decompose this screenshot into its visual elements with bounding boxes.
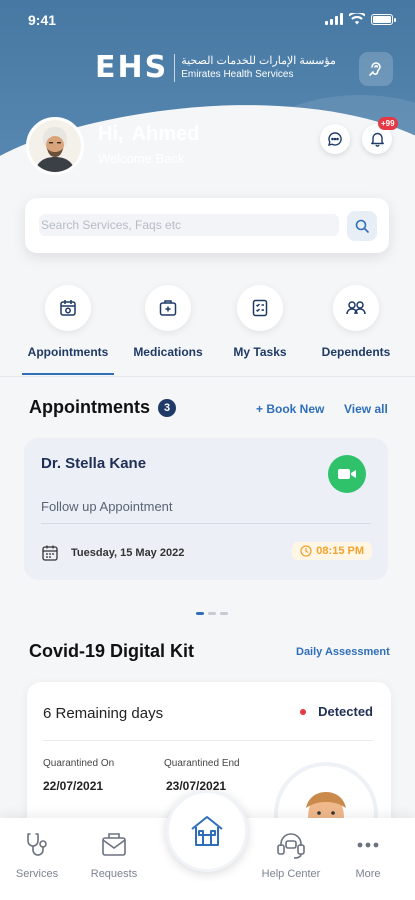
logo-mark: EHS <box>95 50 169 85</box>
appointment-time-badge: 08:15 PM <box>292 542 372 560</box>
tab-icon-circle <box>145 285 191 331</box>
quarantined-end-label: Quarantined End <box>164 758 240 769</box>
status-dot-icon <box>300 708 307 715</box>
nav-label: Services <box>15 868 59 880</box>
nav-label: Requests <box>90 868 138 880</box>
quarantined-on-label: Quarantined On <box>43 758 115 769</box>
quick-tabs: Appointments Medications My Tasks Depend… <box>0 285 415 377</box>
accessibility-button[interactable] <box>359 52 393 86</box>
video-camera-icon <box>338 469 356 479</box>
tab-my-tasks[interactable]: My Tasks <box>210 285 310 359</box>
appointments-section-title: Appointments 3 <box>29 397 176 418</box>
tab-label: My Tasks <box>233 345 287 359</box>
appointment-date-text: Tuesday, 15 May 2022 <box>71 547 185 559</box>
appointment-date: Tuesday, 15 May 2022 <box>41 544 184 562</box>
appointment-type: Follow up Appointment <box>41 499 173 514</box>
user-avatar-icon <box>29 120 81 172</box>
notification-count-badge: +99 <box>378 117 398 130</box>
bell-icon <box>370 132 384 147</box>
greeting: Hi, Ahmed Welcome Back <box>98 123 199 166</box>
tab-icon-circle <box>237 285 283 331</box>
appointments-title: Appointments <box>29 397 150 417</box>
video-call-button[interactable] <box>328 455 366 493</box>
doctor-name: Dr. Stella Kane <box>41 455 147 472</box>
tab-dependents[interactable]: Dependents <box>306 285 406 359</box>
nav-services[interactable]: Services <box>0 830 77 880</box>
covid-divider <box>43 740 373 741</box>
checklist-icon <box>252 299 268 317</box>
carousel-dot[interactable] <box>196 612 204 615</box>
calendar-icon <box>42 545 58 561</box>
appointment-time: 08:15 PM <box>316 545 364 557</box>
appointments-count-badge: 3 <box>158 398 176 417</box>
tab-label: Medications <box>133 345 203 359</box>
more-icon <box>357 842 379 848</box>
nav-requests[interactable]: Requests <box>74 830 154 880</box>
active-tab-indicator <box>22 373 114 375</box>
home-button[interactable] <box>166 790 248 872</box>
logo-text: مؤسسة الإمارات للخدمات الصحية Emirates H… <box>181 55 336 81</box>
status-bar: 9:41 <box>0 0 415 42</box>
nav-more[interactable]: More <box>328 830 408 880</box>
chat-button[interactable] <box>320 124 350 154</box>
covid-status: Detected <box>300 704 373 719</box>
people-icon <box>346 301 366 315</box>
hearing-icon <box>369 62 381 76</box>
view-all-link[interactable]: View all <box>344 402 388 416</box>
covid-section-title: Covid-19 Digital Kit <box>29 641 194 662</box>
greeting-prefix: Hi, <box>98 123 124 145</box>
chat-icon <box>328 132 342 146</box>
nav-label: More <box>355 868 381 880</box>
covid-status-text: Detected <box>318 704 373 719</box>
requests-icon <box>102 833 126 856</box>
status-time: 9:41 <box>28 12 57 28</box>
signal-icon <box>325 13 343 25</box>
clock-icon <box>300 545 312 557</box>
tab-icon-circle <box>333 285 379 331</box>
logo-text-english: Emirates Health Services <box>181 68 294 80</box>
logo-text-arabic: مؤسسة الإمارات للخدمات الصحية <box>181 54 336 67</box>
covid-title: Covid-19 Digital Kit <box>29 641 195 661</box>
battery-icon <box>371 13 396 25</box>
remaining-days: 6 Remaining days <box>43 705 164 722</box>
medkit-icon <box>159 300 177 316</box>
nav-help-center[interactable]: Help Center <box>251 830 331 880</box>
appointment-card[interactable]: Dr. Stella Kane Follow up Appointment Tu… <box>24 438 388 580</box>
user-name: Ahmed <box>131 123 200 145</box>
wifi-icon <box>349 13 365 25</box>
quarantined-on-date: 22/07/2021 <box>43 779 104 793</box>
logo-separator <box>174 53 176 82</box>
book-new-link[interactable]: + Book New <box>256 402 324 416</box>
appointment-divider <box>41 523 371 524</box>
stethoscope-icon <box>27 833 47 856</box>
search-input[interactable] <box>39 214 339 236</box>
carousel-dot[interactable] <box>220 612 228 615</box>
tab-label: Appointments <box>27 345 109 359</box>
calendar-icon <box>60 300 76 316</box>
search-button[interactable] <box>347 211 377 241</box>
tab-icon-circle <box>45 285 91 331</box>
status-icons <box>325 13 396 25</box>
tab-medications[interactable]: Medications <box>118 285 218 359</box>
home-icon <box>191 816 223 846</box>
greeting-line: Hi, Ahmed <box>98 123 199 146</box>
welcome-text: Welcome Back <box>98 151 185 166</box>
ehs-logo: EHS مؤسسة الإمارات للخدمات الصحية Emirat… <box>95 50 336 85</box>
carousel-indicator <box>196 612 228 615</box>
tab-label: Dependents <box>321 345 391 359</box>
search-bar <box>25 198 389 253</box>
nav-label: Help Center <box>261 868 321 880</box>
search-icon <box>355 219 369 233</box>
carousel-dot[interactable] <box>208 612 216 615</box>
daily-assessment-link[interactable]: Daily Assessment <box>296 646 390 658</box>
avatar[interactable] <box>26 117 84 175</box>
headset-icon <box>277 833 305 859</box>
tab-appointments[interactable]: Appointments <box>18 285 118 359</box>
